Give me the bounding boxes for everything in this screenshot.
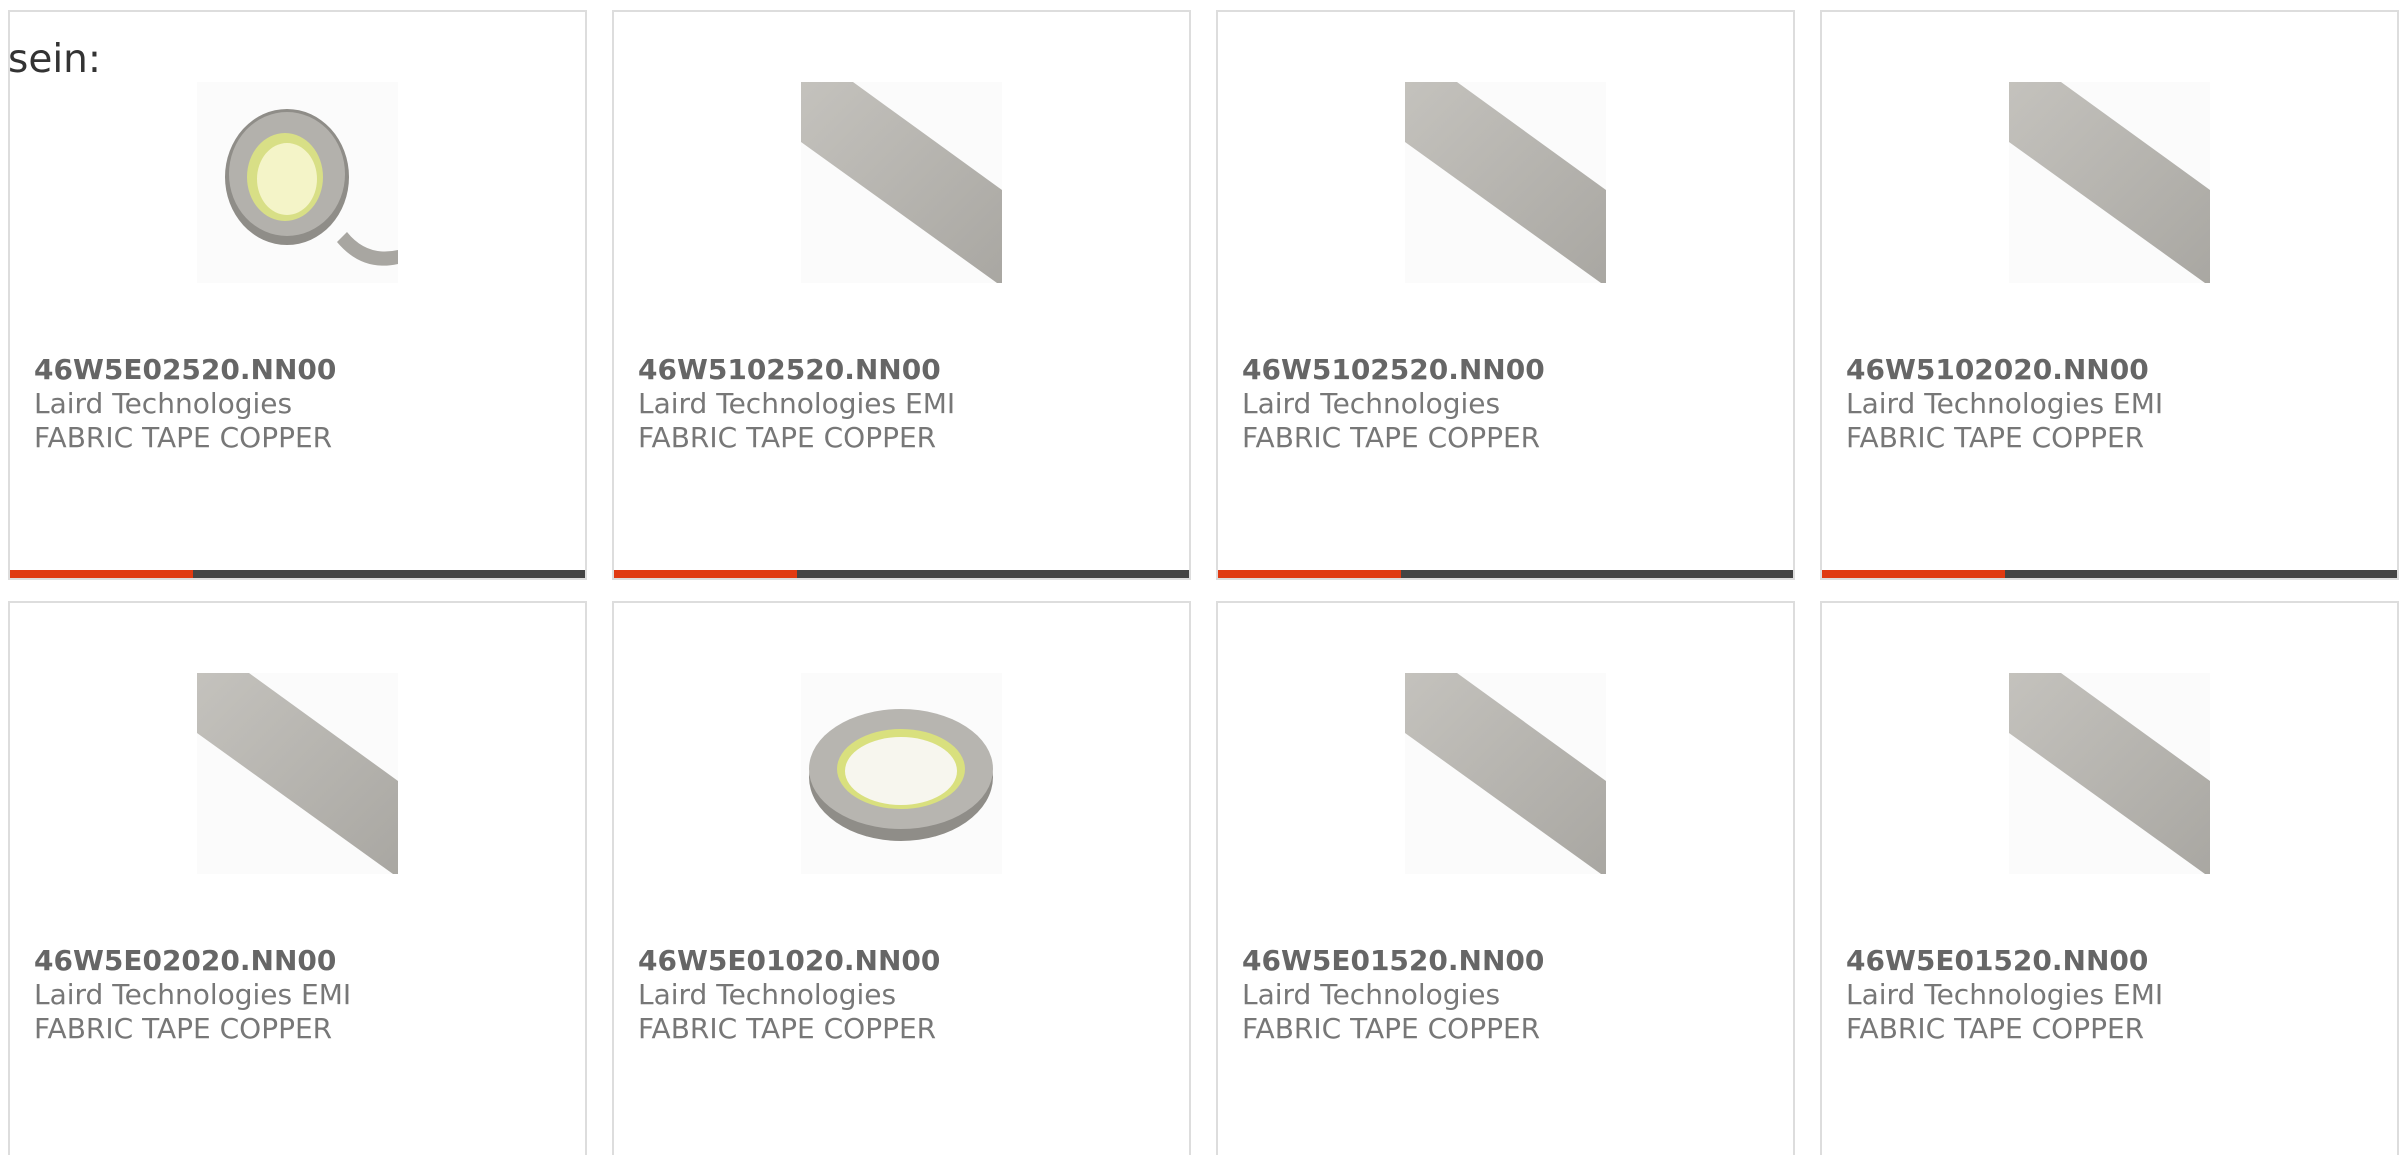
product-card[interactable]: 46W5E02520.NN00 Laird Technologies FABRI… <box>8 10 587 580</box>
manufacturer: Laird Technologies <box>1242 978 1501 1011</box>
part-number[interactable]: 46W5102520.NN00 <box>638 353 941 387</box>
product-image-svg <box>801 82 1002 283</box>
manufacturer: Laird Technologies <box>638 978 897 1011</box>
description: FABRIC TAPE COPPER <box>1846 421 2145 454</box>
product-card[interactable]: 46W5E01520.NN00 Laird Technologies EMI F… <box>1820 601 2399 1155</box>
description: FABRIC TAPE COPPER <box>1242 421 1541 454</box>
product-image-svg <box>2009 673 2210 874</box>
product-image-svg <box>2009 82 2210 283</box>
manufacturer: Laird Technologies <box>1242 387 1501 420</box>
product-card[interactable]: 46W5102520.NN00 Laird Technologies EMI F… <box>612 10 1191 580</box>
description: FABRIC TAPE COPPER <box>1242 1012 1541 1045</box>
product-image-svg <box>809 709 993 841</box>
tape-strip-image[interactable] <box>801 82 1002 283</box>
description: FABRIC TAPE COPPER <box>1846 1012 2145 1045</box>
part-number[interactable]: 46W5E01020.NN00 <box>638 944 940 978</box>
product-card[interactable]: 46W5E01020.NN00 Laird Technologies FABRI… <box>612 601 1191 1155</box>
part-number[interactable]: 46W5E01520.NN00 <box>1846 944 2148 978</box>
product-grid: 46W5E02520.NN00 Laird Technologies FABRI… <box>8 10 2399 1155</box>
description: FABRIC TAPE COPPER <box>638 1012 937 1045</box>
product-card[interactable]: 46W5102520.NN00 Laird Technologies FABRI… <box>1216 10 1795 580</box>
card-accent-bar <box>1822 570 2397 578</box>
manufacturer: Laird Technologies <box>34 387 293 420</box>
part-number[interactable]: 46W5E01520.NN00 <box>1242 944 1544 978</box>
tape-roll-image[interactable] <box>197 82 398 283</box>
product-card[interactable]: 46W5E02020.NN00 Laird Technologies EMI F… <box>8 601 587 1155</box>
manufacturer: Laird Technologies EMI <box>638 387 956 420</box>
card-accent-bar <box>1218 570 1793 578</box>
manufacturer: Laird Technologies EMI <box>34 978 352 1011</box>
product-image-svg <box>225 109 398 266</box>
card-accent-bar <box>10 570 585 578</box>
tape-roll-flat-image[interactable] <box>801 673 1002 874</box>
product-image-svg <box>1405 82 1606 283</box>
description: FABRIC TAPE COPPER <box>638 421 937 454</box>
tape-strip-image[interactable] <box>1405 673 1606 874</box>
accent-bar-fill <box>1218 570 1401 578</box>
accent-bar-fill <box>10 570 193 578</box>
description: FABRIC TAPE COPPER <box>34 1012 333 1045</box>
part-number[interactable]: 46W5102520.NN00 <box>1242 353 1545 387</box>
tape-strip-image[interactable] <box>1405 82 1606 283</box>
part-number[interactable]: 46W5102020.NN00 <box>1846 353 2149 387</box>
product-card[interactable]: 46W5E01520.NN00 Laird Technologies FABRI… <box>1216 601 1795 1155</box>
tape-strip-image[interactable] <box>2009 82 2210 283</box>
tape-strip-image[interactable] <box>2009 673 2210 874</box>
part-number[interactable]: 46W5E02020.NN00 <box>34 944 336 978</box>
accent-bar-fill <box>614 570 797 578</box>
part-number[interactable]: 46W5E02520.NN00 <box>34 353 336 387</box>
product-image-svg <box>197 673 398 874</box>
product-image-svg <box>1405 673 1606 874</box>
manufacturer: Laird Technologies EMI <box>1846 978 2164 1011</box>
accent-bar-fill <box>1822 570 2005 578</box>
manufacturer: Laird Technologies EMI <box>1846 387 2164 420</box>
product-card[interactable]: 46W5102020.NN00 Laird Technologies EMI F… <box>1820 10 2399 580</box>
tape-strip-image[interactable] <box>197 673 398 874</box>
page: sein: 46W5E02520.NN00 Laird Technologies… <box>0 0 2400 1155</box>
intro-text: sein: <box>8 37 102 82</box>
card-accent-bar <box>614 570 1189 578</box>
description: FABRIC TAPE COPPER <box>34 421 333 454</box>
